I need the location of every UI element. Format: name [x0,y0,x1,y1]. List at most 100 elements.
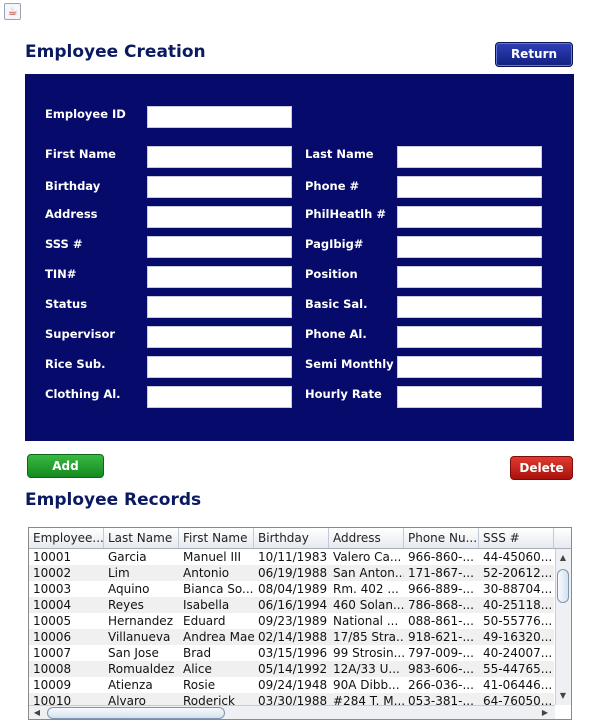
table-cell: 10004 [33,598,72,612]
philhealth-label: PhilHeatlh # [305,207,386,221]
phone-al-field[interactable] [397,326,542,348]
table-cell: Hernandez [108,614,173,628]
employee-id-field[interactable] [147,106,292,128]
table-cell: 966-889-... [408,582,474,596]
table-row[interactable]: 10002 Lim Antonio 06/19/1988 San Anton... 171… [29,565,554,581]
column-header[interactable]: SSS # [479,528,554,548]
table-cell: San Anton... [333,566,404,580]
tin-field[interactable] [147,266,292,288]
address-field[interactable] [147,206,292,228]
table-cell: 10/11/1983 [258,550,328,564]
table-cell: 02/14/1988 [258,630,328,644]
table-cell: 10010 [33,694,72,705]
scroll-right-icon[interactable]: ▶ [539,708,551,718]
table-cell: National ... [333,614,399,628]
sss-field[interactable] [147,236,292,258]
sss-label: SSS # [45,237,83,251]
table-cell: 10003 [33,582,72,596]
table-row[interactable]: 10007 San Jose Brad 03/15/1996 99 Strosin...… [29,645,554,661]
table-cell: 06/19/1988 [258,566,328,580]
table-cell: 40-24007... [483,646,553,660]
horizontal-scroll-thumb[interactable] [47,707,225,719]
table-cell: 266-036-... [408,678,474,692]
table-cell: 41-06446... [483,678,553,692]
employee-form-panel: Employee ID First Name Birthday Address … [25,74,574,441]
table-cell: 797-009-... [408,646,474,660]
hourly-rate-field[interactable] [397,386,542,408]
table-cell: 52-20612... [483,566,553,580]
table-row[interactable]: 10004 Reyes Isabella 06/16/1994 460 Solan...… [29,597,554,613]
table-row[interactable]: 10009 Atienza Rosie 09/24/1948 90A Dibb... 26… [29,677,554,693]
horizontal-scrollbar[interactable]: ◀ ▶ [29,705,555,719]
delete-button[interactable]: Delete [510,456,573,480]
last-name-field[interactable] [397,146,542,168]
table-cell: 09/24/1948 [258,678,328,692]
table-cell: 10009 [33,678,72,692]
vertical-scroll-thumb[interactable] [557,569,569,603]
phone-field[interactable] [397,176,542,198]
table-cell: 10001 [33,550,72,564]
supervisor-field[interactable] [147,326,292,348]
scroll-down-icon[interactable]: ▼ [557,691,569,701]
table-row[interactable]: 10001 Garcia Manuel III 10/11/1983 Valero Ca… [29,549,554,565]
philhealth-field[interactable] [397,206,542,228]
table-cell: 03/30/1988 [258,694,328,705]
birthday-label: Birthday [45,179,101,193]
birthday-field[interactable] [147,176,292,198]
vertical-scrollbar[interactable]: ▲ ▼ [555,549,571,705]
clothing-al-label: Clothing Al. [45,387,121,401]
table-cell: 12A/33 U... [333,662,400,676]
table-cell: 90A Dibb... [333,678,400,692]
table-cell: Alvaro [108,694,147,705]
column-header[interactable]: Last Name [104,528,179,548]
table-cell: 55-44765... [483,662,553,676]
status-field[interactable] [147,296,292,318]
column-header[interactable]: Address [329,528,404,548]
table-row[interactable]: 10006 Villanueva Andrea Mae 02/14/1988 17/85… [29,629,554,645]
tin-label: TIN# [45,267,77,281]
table-row[interactable]: 10010 Alvaro Roderick 03/30/1988 #284 T. M..… [29,693,554,705]
basic-sal-field[interactable] [397,296,542,318]
table-cell: Roderick [183,694,235,705]
table-cell: San Jose [108,646,159,660]
column-header[interactable]: Phone Nu... [404,528,479,548]
first-name-field[interactable] [147,146,292,168]
table-cell: 50-55776... [483,614,553,628]
rice-sub-label: Rice Sub. [45,357,106,371]
table-body[interactable]: 10001 Garcia Manuel III 10/11/1983 Valero Ca… [29,549,554,705]
return-button[interactable]: Return [495,42,573,67]
add-button[interactable]: Add [27,454,104,478]
position-field[interactable] [397,266,542,288]
table-row[interactable]: 10005 Hernandez Eduard 09/23/1989 National .… [29,613,554,629]
table-cell: Brad [183,646,212,660]
table-cell: Lim [108,566,130,580]
table-cell: 10005 [33,614,72,628]
table-cell: Garcia [108,550,147,564]
table-cell: 918-621-... [408,630,474,644]
employee-records-table[interactable]: Employee... Last Name First Name Birthday Ad… [28,527,572,720]
column-header[interactable]: Employee... [29,528,104,548]
table-cell: 09/23/1989 [258,614,328,628]
table-cell: 10002 [33,566,72,580]
table-row[interactable]: 10003 Aquino Bianca So... 08/04/1989 Rm. 402… [29,581,554,597]
table-cell: Andrea Mae [183,630,254,644]
table-cell: Rosie [183,678,216,692]
table-cell: Eduard [183,614,226,628]
table-row[interactable]: 10008 Romualdez Alice 05/14/1992 12A/33 U...… [29,661,554,677]
table-cell: 03/15/1996 [258,646,328,660]
scroll-left-icon[interactable]: ◀ [31,708,43,718]
column-header[interactable]: Birthday [254,528,329,548]
table-cell: 053-381-... [408,694,474,705]
table-header: Employee... Last Name First Name Birthday Ad… [29,528,571,549]
table-cell: Romualdez [108,662,175,676]
scroll-up-icon[interactable]: ▲ [557,553,569,563]
table-cell: 10008 [33,662,72,676]
rice-sub-field[interactable] [147,356,292,378]
clothing-al-field[interactable] [147,386,292,408]
table-cell: Reyes [108,598,144,612]
pagibig-field[interactable] [397,236,542,258]
column-header[interactable]: First Name [179,528,254,548]
table-cell: 49-16320... [483,630,553,644]
table-cell: Isabella [183,598,230,612]
semi-monthly-field[interactable] [397,356,542,378]
